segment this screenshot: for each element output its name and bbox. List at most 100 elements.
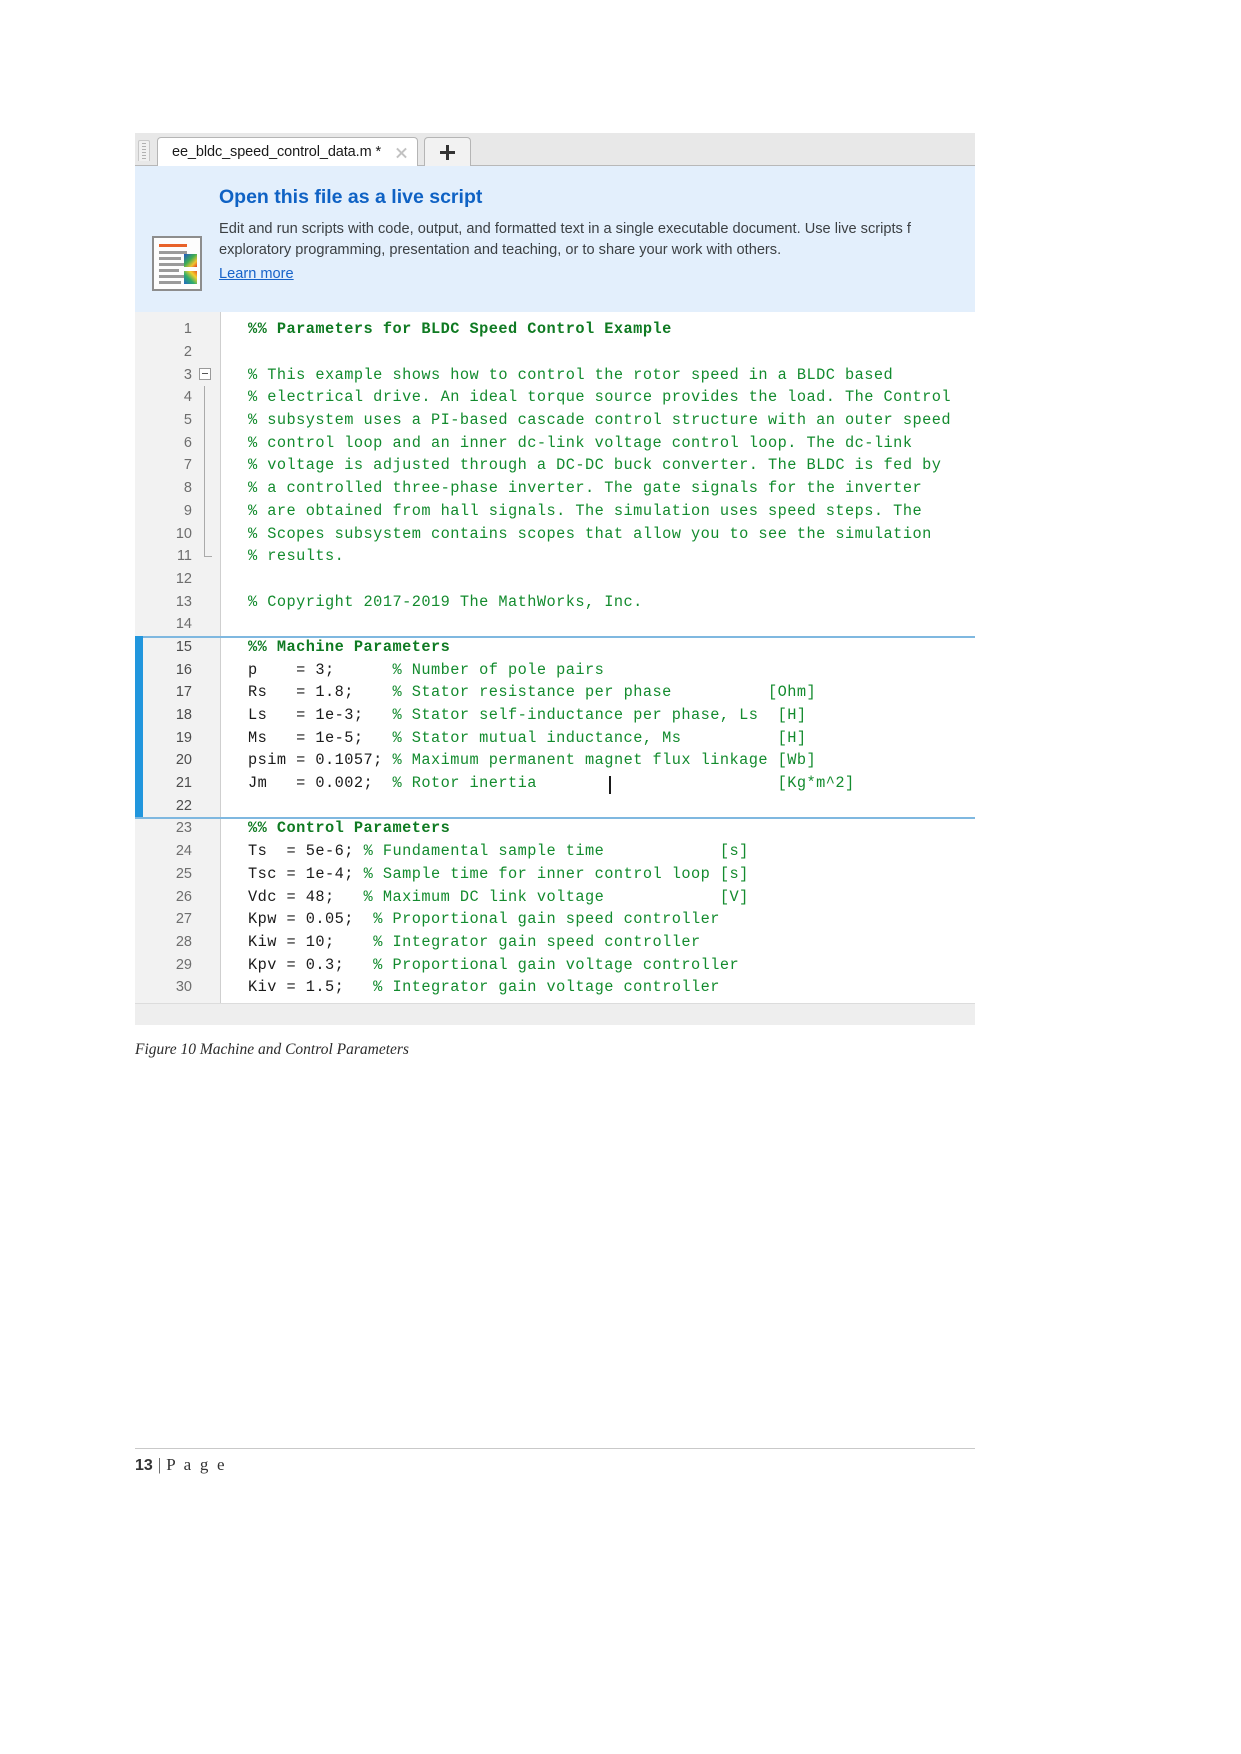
code-line[interactable]: 9 % are obtained from hall signals. The s… [135,499,975,523]
code-fold-column[interactable] [192,885,220,908]
code-line[interactable]: 29 Kpv = 0.3; % Proportional gain voltage… [135,953,975,976]
code-fold-column[interactable] [192,408,220,432]
code-fold-column[interactable] [192,476,220,500]
code-line[interactable]: 30 Kiv = 1.5; % Integrator gain voltage c… [135,976,975,999]
code-fold-column[interactable] [192,681,220,704]
code-line[interactable]: 12 [135,568,975,591]
code-fold-column[interactable] [192,817,220,840]
code-text: Ms = 1e-5; % Stator mutual inductance, M… [220,729,975,747]
code-comment: % Maximum permanent magnet flux linkage … [382,751,817,770]
code-fold-column[interactable] [192,636,220,659]
code-statement: Vdc = 48; [248,887,335,906]
code-fold-column[interactable] [192,772,220,795]
code-fold-column[interactable] [192,318,220,341]
code-text: % results. [248,547,345,566]
code-text: Kiv = 1.5; % Integrator gain voltage con… [220,978,975,996]
code-fold-column[interactable] [192,704,220,727]
code-fold-column[interactable] [192,953,220,976]
code-fold-column[interactable] [192,749,220,772]
fold-guide-line [204,499,205,523]
code-fold-column[interactable] [192,794,220,817]
code-comment: % Stator resistance per phase [Ohm] [353,683,817,702]
line-number: 20 [175,752,192,769]
code-fold-column[interactable] [192,568,220,591]
live-script-icon [152,236,202,291]
code-comment: % Maximum DC link voltage [V] [334,887,749,906]
code-line[interactable]: 2 [135,341,975,364]
fold-collapse-icon[interactable] [199,368,211,381]
code-text: Kpv = 0.3; % Proportional gain voltage c… [220,956,975,974]
code-fold-column[interactable] [192,726,220,749]
code-line[interactable]: 21 Jm = 0.002; % Rotor inertia [Kg*m^2] [135,771,975,795]
fold-guide-line [204,522,205,545]
code-line[interactable]: 6 % control loop and an inner dc-link vol… [135,431,975,455]
code-line[interactable]: 18 Ls = 1e-3; % Stator self-inductance pe… [135,703,975,727]
code-line[interactable]: 11 % results. [135,544,975,568]
code-fold-column[interactable] [192,590,220,613]
code-line[interactable]: 16 p = 3; % Number of pole pairs [135,658,975,681]
code-line[interactable]: 26 Vdc = 48; % Maximum DC link voltage [V… [135,885,975,908]
matlab-editor-screenshot: ee_bldc_speed_control_data.m * Open this… [135,133,975,1025]
code-line[interactable]: 4 % electrical drive. An ideal torque sou… [135,386,975,409]
code-line[interactable]: 7 % voltage is adjusted through a DC-DC b… [135,454,975,477]
code-fold-column[interactable] [192,363,220,386]
code-line-list[interactable]: 1 %% Parameters for BLDC Speed Control Ex… [135,312,975,999]
code-line[interactable]: 22 [135,794,975,817]
code-statement: Rs = 1.8; [248,683,354,702]
code-line[interactable]: 8 % a controlled three-phase inverter. Th… [135,476,975,500]
code-statement: Ts = 5e-6; [248,842,354,861]
code-line[interactable]: 15 %% Machine Parameters [135,635,975,659]
close-icon[interactable] [394,145,409,160]
banner-title: Open this file as a live script [219,186,483,208]
code-line[interactable]: 3 % This example shows how to control the… [135,363,975,386]
code-fold-column[interactable] [192,976,220,999]
banner-description: Edit and run scripts with code, output, … [219,219,975,261]
code-fold-column[interactable] [192,522,220,545]
code-fold-column[interactable] [192,386,220,409]
code-comment: % Integrator gain speed controller [334,932,701,951]
learn-more-link[interactable]: Learn more [219,266,294,282]
code-line[interactable]: 5 % subsystem uses a PI-based cascade con… [135,408,975,432]
line-number: 11 [176,548,192,565]
code-comment: % Proportional gain speed controller [353,910,720,929]
code-statement: Ls = 1e-3; [248,706,364,725]
code-fold-column[interactable] [192,431,220,455]
code-line[interactable]: 27 Kpw = 0.05; % Proportional gain speed … [135,908,975,931]
code-line[interactable]: 14 [135,613,975,636]
code-line[interactable]: 25 Tsc = 1e-4; % Sample time for inner co… [135,863,975,886]
code-text: Jm = 0.002; % Rotor inertia [Kg*m^2] [220,774,975,795]
code-line[interactable]: 13 % Copyright 2017-2019 The MathWorks, I… [135,590,975,613]
code-text: Kpw = 0.05; % Proportional gain speed co… [220,910,975,928]
fold-guide-line [204,408,205,432]
tab-bar-grip[interactable] [138,140,150,161]
code-text: Tsc = 1e-4; % Sample time for inner cont… [220,865,975,883]
code-editor[interactable]: 1 %% Parameters for BLDC Speed Control Ex… [135,312,975,1025]
code-line[interactable]: 20 psim = 0.1057; % Maximum permanent mag… [135,749,975,772]
code-line[interactable]: 24 Ts = 5e-6; % Fundamental sample time [… [135,840,975,863]
code-fold-column[interactable] [192,499,220,523]
code-fold-column[interactable] [192,341,220,364]
code-line[interactable]: 28 Kiw = 10; % Integrator gain speed cont… [135,931,975,954]
code-fold-column[interactable] [192,931,220,954]
code-text: % are obtained from hall signals. The si… [248,501,923,520]
code-text: % Copyright 2017-2019 The MathWorks, Inc… [248,592,643,611]
code-line[interactable]: 23 %% Control Parameters [135,817,975,840]
plus-icon[interactable] [424,137,471,167]
text-cursor [609,776,611,795]
code-line[interactable]: 1 %% Parameters for BLDC Speed Control Ex… [135,318,975,341]
code-statement: psim = 0.1057; [248,751,383,770]
code-line[interactable]: 19 Ms = 1e-5; % Stator mutual inductance,… [135,726,975,749]
code-fold-column[interactable] [192,840,220,863]
code-line[interactable]: 10 % Scopes subsystem contains scopes tha… [135,522,975,545]
code-fold-column[interactable] [192,908,220,931]
code-fold-column[interactable] [192,454,220,477]
line-number: 28 [175,933,192,950]
code-fold-column[interactable] [192,613,220,636]
code-line[interactable]: 17 Rs = 1.8; % Stator resistance per phas… [135,681,975,704]
code-fold-column[interactable] [192,658,220,681]
code-fold-column[interactable] [192,863,220,886]
code-text: Vdc = 48; % Maximum DC link voltage [V] [220,888,975,906]
line-number: 12 [175,570,192,587]
code-fold-column[interactable] [192,544,220,568]
editor-tab-ee-bldc-speed-control-data[interactable]: ee_bldc_speed_control_data.m * [157,137,419,166]
